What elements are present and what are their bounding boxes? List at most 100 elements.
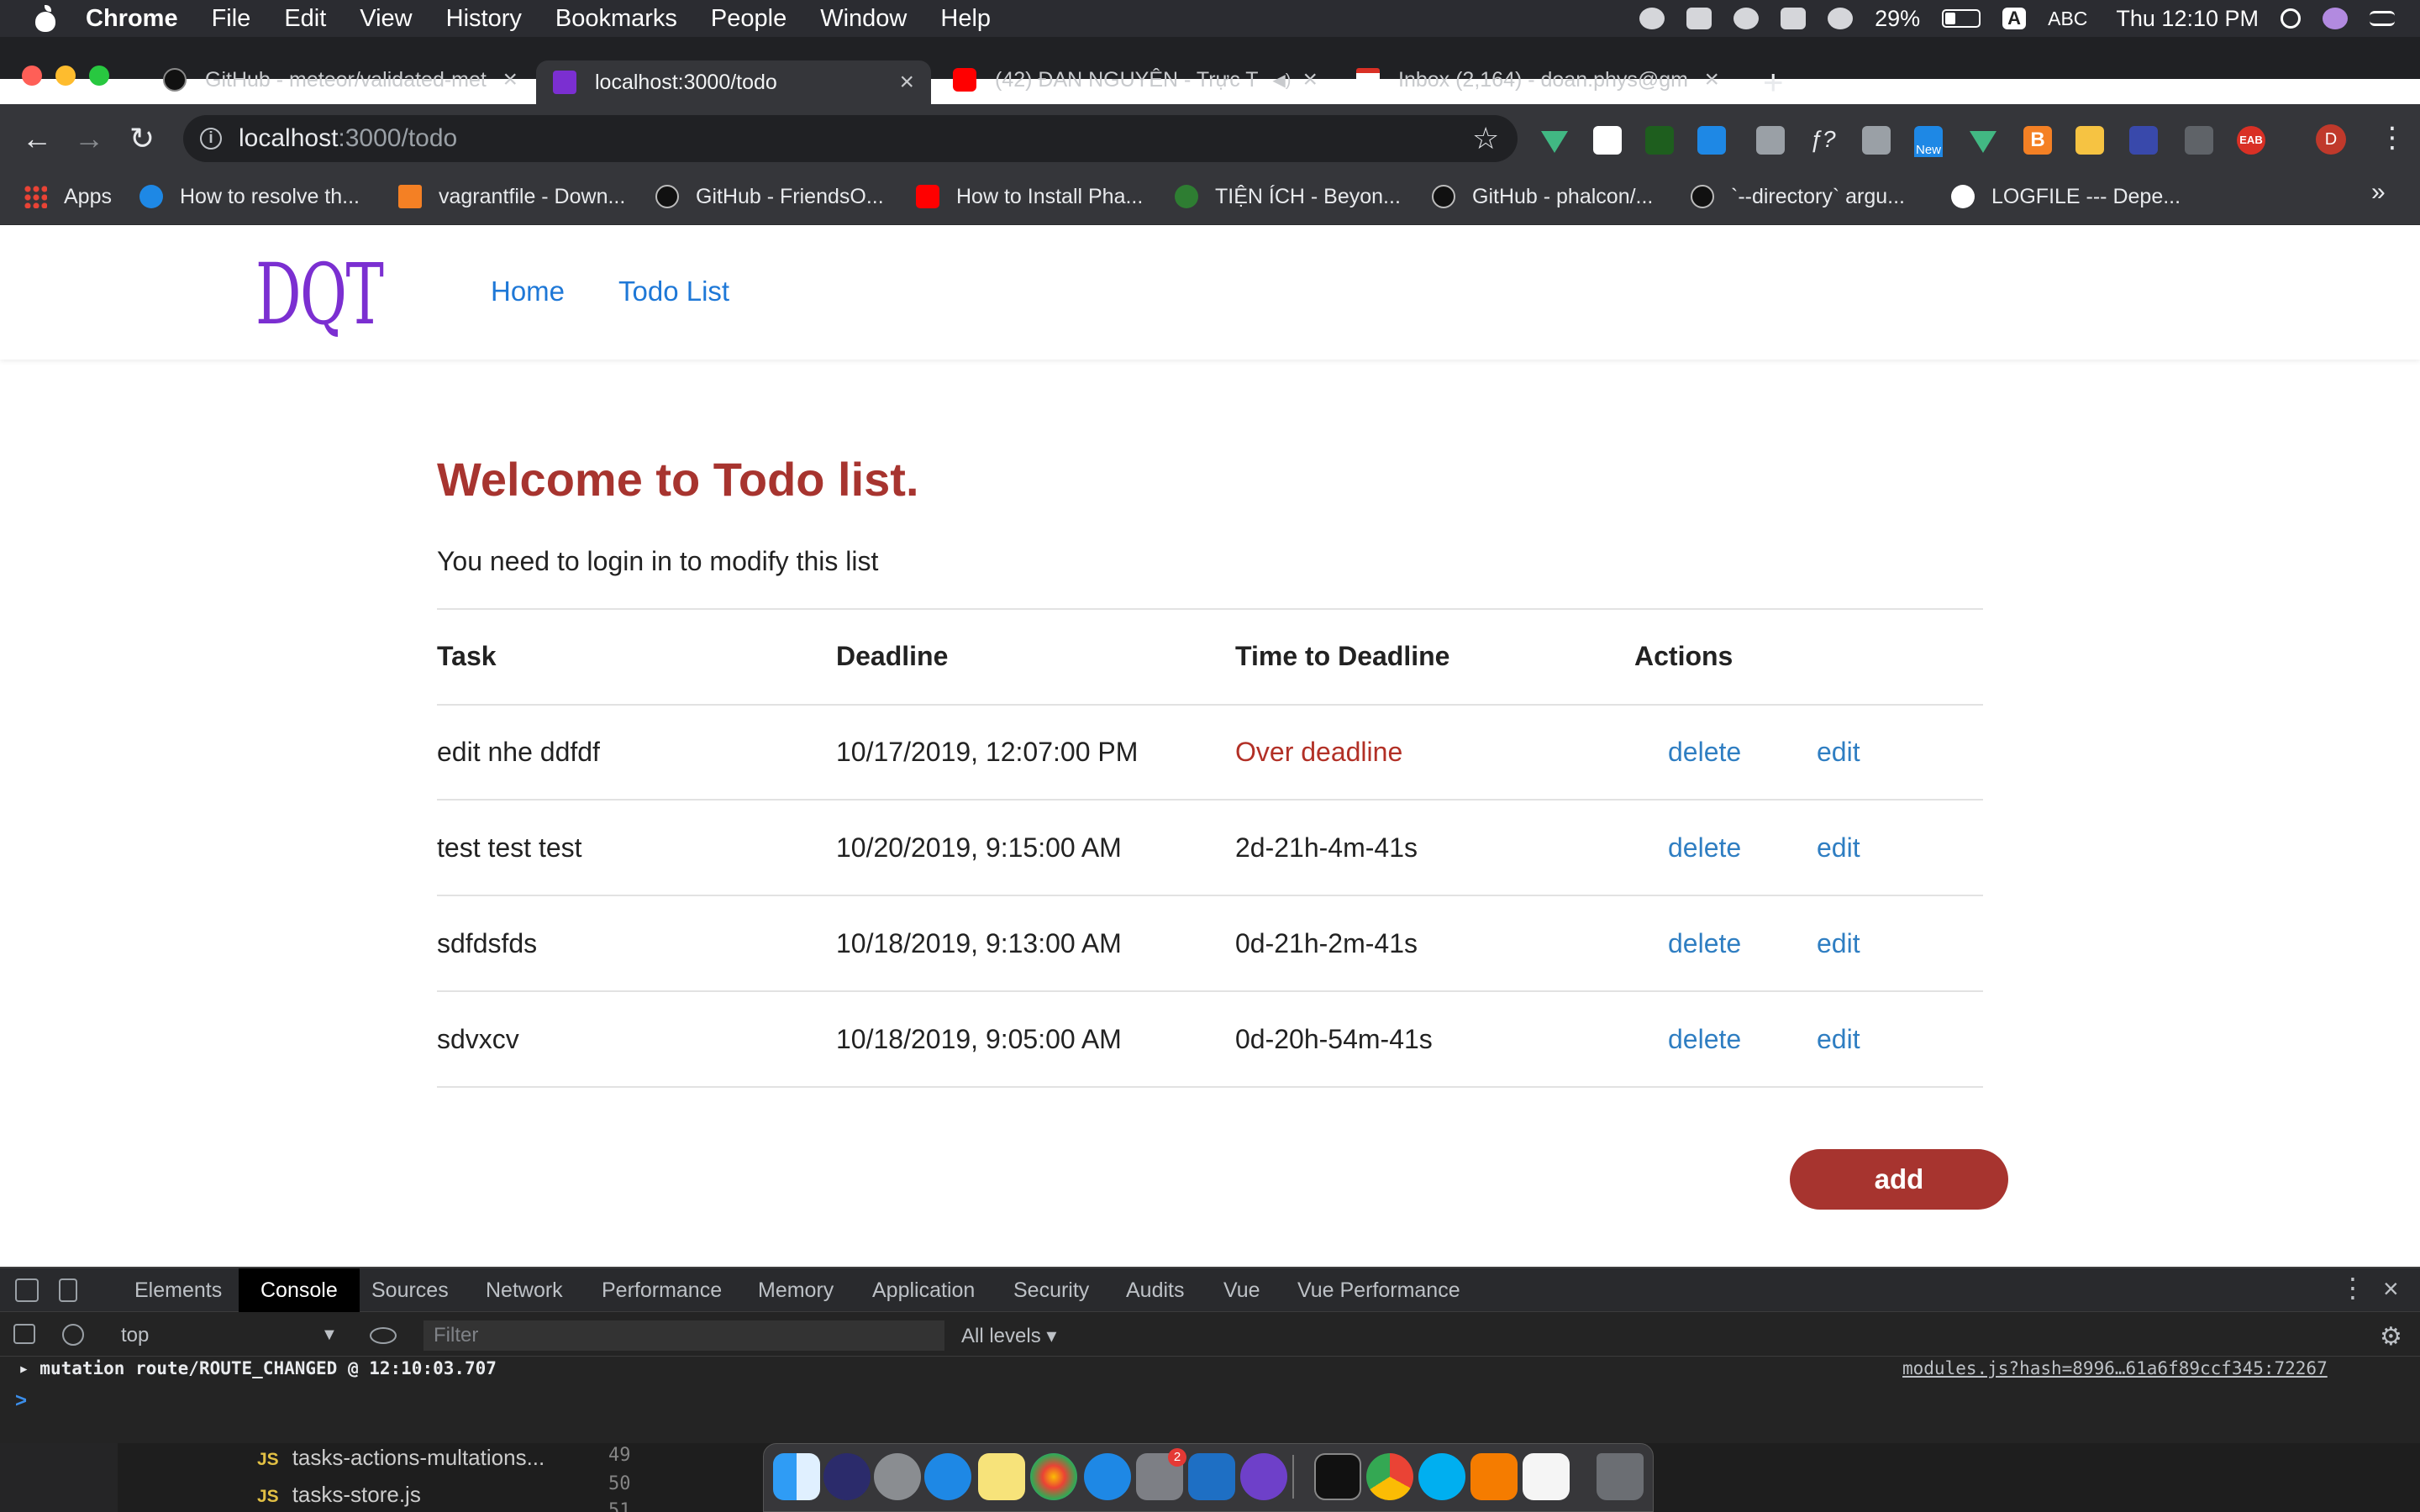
- menu-bookmarks[interactable]: Bookmarks: [555, 5, 677, 33]
- devtools-tab-console[interactable]: Console: [239, 1268, 360, 1312]
- delete-link[interactable]: delete: [1668, 832, 1741, 864]
- green-extension-icon[interactable]: [1645, 126, 1674, 155]
- reload-button[interactable]: ↻: [129, 121, 155, 156]
- vscode-icon[interactable]: [1188, 1453, 1235, 1500]
- edit-link[interactable]: edit: [1817, 928, 1860, 959]
- close-tab-icon[interactable]: ×: [502, 66, 518, 94]
- tab-youtube[interactable]: (42) ĐAN NGUYÊN - Trực T ◀) ×: [941, 59, 1329, 101]
- console-log-source-link[interactable]: modules.js?hash=8996…61a6f89ccf345:72267: [1902, 1358, 2328, 1378]
- eab-extension-icon[interactable]: EAB: [2237, 126, 2265, 155]
- spotlight-icon[interactable]: [2281, 8, 2301, 29]
- b-extension-icon[interactable]: B: [2023, 126, 2052, 155]
- back-button[interactable]: ←: [22, 121, 52, 156]
- minimize-window-button[interactable]: [55, 66, 76, 86]
- notes-extension-icon[interactable]: [2075, 126, 2104, 155]
- devtools-tab-memory[interactable]: Memory: [758, 1268, 834, 1312]
- messages-icon[interactable]: [1084, 1453, 1131, 1500]
- devtools-tab-sources[interactable]: Sources: [371, 1268, 449, 1312]
- document-extension-icon[interactable]: [1593, 126, 1622, 155]
- clock[interactable]: Thu 12:10 PM: [2116, 6, 2259, 32]
- devtools-tab-security[interactable]: Security: [1013, 1268, 1089, 1312]
- menu-window[interactable]: Window: [820, 5, 907, 33]
- device-toolbar-icon[interactable]: [59, 1278, 77, 1302]
- devtools-close-icon[interactable]: ×: [2383, 1273, 2399, 1305]
- bookmark-vagrantfile[interactable]: vagrantfile - Down...: [398, 180, 625, 213]
- devtools-tab-vue[interactable]: Vue: [1223, 1268, 1260, 1312]
- speaker-icon[interactable]: ◀): [1272, 70, 1291, 91]
- apple-menu-icon[interactable]: [34, 5, 57, 32]
- more-bookmarks-icon[interactable]: »: [2371, 178, 2386, 207]
- grid-extension-icon[interactable]: [2185, 126, 2213, 155]
- input-source-icon[interactable]: A: [2002, 8, 2027, 29]
- bluetooth-icon[interactable]: [1781, 8, 1807, 29]
- console-log-entry[interactable]: ▸ mutation route/ROUTE_CHANGED @ 12:10:0…: [18, 1358, 497, 1378]
- close-tab-icon[interactable]: ×: [899, 68, 914, 97]
- bookmark-github-phalcon[interactable]: GitHub - phalcon/...: [1432, 180, 1653, 213]
- devtools-tab-vue-performance[interactable]: Vue Performance: [1297, 1268, 1460, 1312]
- finder-icon[interactable]: [773, 1453, 820, 1500]
- chrome-icon[interactable]: [1366, 1453, 1413, 1500]
- camera-extension-icon[interactable]: [1862, 126, 1891, 155]
- devtools-tab-elements[interactable]: Elements: [134, 1268, 222, 1312]
- checkmark-icon[interactable]: [1733, 8, 1760, 29]
- site-logo[interactable]: DQT: [255, 245, 384, 344]
- launchpad-icon[interactable]: [874, 1453, 921, 1500]
- bookmark-logfile[interactable]: LOGFILE --- Depe...: [1951, 180, 2181, 213]
- safari-icon[interactable]: [924, 1453, 971, 1500]
- console-settings-icon[interactable]: ⚙: [2380, 1322, 2402, 1352]
- bookmark-tien-ich[interactable]: TIỆN ÍCH - Beyon...: [1175, 180, 1401, 213]
- console-prompt[interactable]: >: [15, 1389, 27, 1413]
- devtools-menu-icon[interactable]: ⋮: [2339, 1272, 2366, 1304]
- menu-app-chrome[interactable]: Chrome: [86, 5, 178, 33]
- editor-file-tasks-actions[interactable]: JS tasks-actions-multations...: [257, 1445, 544, 1471]
- notification-center-icon[interactable]: [2370, 11, 2395, 26]
- close-tab-icon[interactable]: ×: [1704, 66, 1719, 94]
- zoom-window-button[interactable]: [89, 66, 109, 86]
- forward-button[interactable]: →: [74, 121, 104, 156]
- menu-people[interactable]: People: [711, 5, 786, 33]
- function-extension-icon[interactable]: ƒ?: [1808, 126, 1837, 155]
- context-selector[interactable]: top: [121, 1324, 149, 1347]
- console-filter-input[interactable]: [424, 1320, 944, 1351]
- devtools-tab-audits[interactable]: Audits: [1126, 1268, 1184, 1312]
- show-sidebar-icon[interactable]: [13, 1324, 35, 1344]
- siri-icon[interactable]: [823, 1453, 871, 1500]
- system-preferences-icon[interactable]: 2: [1136, 1448, 1186, 1500]
- close-window-button[interactable]: [22, 66, 42, 86]
- textedit-icon[interactable]: [1523, 1453, 1570, 1500]
- chevron-down-icon[interactable]: ▼: [321, 1326, 338, 1345]
- bookmark-star-icon[interactable]: ☆: [1472, 121, 1499, 156]
- github-desktop-icon[interactable]: [1240, 1453, 1287, 1500]
- menu-history[interactable]: History: [446, 5, 522, 33]
- delete-link[interactable]: delete: [1668, 928, 1741, 959]
- bookmark-apps[interactable]: Apps: [24, 180, 112, 213]
- wifi-icon[interactable]: [1828, 8, 1854, 29]
- editor-file-tasks-store[interactable]: JS tasks-store.js: [257, 1482, 421, 1508]
- sq-extension-icon[interactable]: [1756, 126, 1785, 155]
- nav-todo-list[interactable]: Todo List: [618, 276, 729, 307]
- barcode-extension-icon[interactable]: [2129, 126, 2158, 155]
- bookmark-github-friends[interactable]: GitHub - FriendsO...: [655, 180, 884, 213]
- menu-edit[interactable]: Edit: [284, 5, 326, 33]
- photos-icon[interactable]: [1030, 1453, 1077, 1500]
- tab-github-meteor[interactable]: GitHub - meteor/validated-met ×: [151, 59, 529, 101]
- tab-gmail[interactable]: Inbox (2,164) - doan.phys@gm ×: [1344, 59, 1731, 101]
- expand-arrow-icon[interactable]: ▸: [18, 1358, 39, 1378]
- terminal-icon[interactable]: [1314, 1453, 1361, 1500]
- menu-view[interactable]: View: [360, 5, 412, 33]
- menu-file[interactable]: File: [212, 5, 251, 33]
- delete-link[interactable]: delete: [1668, 1024, 1741, 1055]
- profile-avatar[interactable]: D: [2316, 124, 2346, 155]
- new-extension-icon[interactable]: New: [1914, 126, 1944, 157]
- v-extension-icon[interactable]: [1697, 126, 1726, 155]
- siri-icon[interactable]: [2323, 8, 2348, 29]
- chrome-menu-icon[interactable]: ⋮: [2378, 121, 2407, 155]
- notes-icon[interactable]: [978, 1453, 1025, 1500]
- edit-link[interactable]: edit: [1817, 737, 1860, 768]
- bookmark-dell[interactable]: How to resolve th...: [139, 180, 360, 213]
- edit-link[interactable]: edit: [1817, 1024, 1860, 1055]
- site-info-icon[interactable]: i: [200, 128, 222, 150]
- vuetify-extension-icon[interactable]: [1970, 131, 1996, 153]
- delete-link[interactable]: delete: [1668, 737, 1741, 768]
- battery-icon[interactable]: [1942, 9, 1981, 28]
